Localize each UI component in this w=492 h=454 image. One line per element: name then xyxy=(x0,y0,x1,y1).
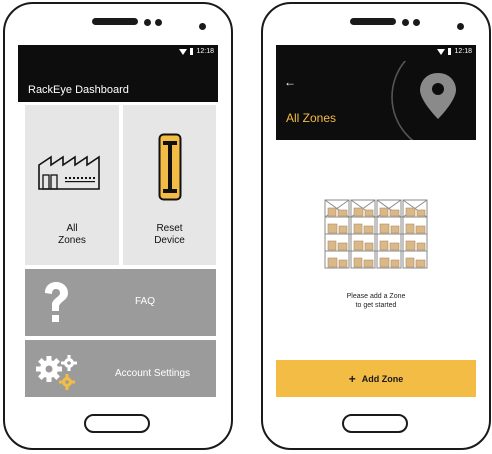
camera-dot xyxy=(402,19,409,26)
home-button[interactable] xyxy=(342,414,408,433)
empty-state-message: Please add a Zone to get started xyxy=(276,292,476,310)
speaker-grille xyxy=(92,18,138,25)
phone-frame-right: 12:18 ← All Zones Please add a Zone to g… xyxy=(261,2,491,450)
app-bar: RackEye Dashboard xyxy=(18,61,218,102)
sensor-dot xyxy=(413,19,420,26)
faq-tile[interactable]: FAQ xyxy=(25,269,216,336)
dashboard-grid: All Zones Reset Device FAQ Account Setti… xyxy=(18,102,218,397)
reset-device-label: Reset Device xyxy=(154,223,185,246)
status-bar: 12:18 xyxy=(18,45,218,61)
factory-icon xyxy=(38,155,100,190)
empty-message-line1: Please add a Zone xyxy=(346,293,406,300)
battery-icon xyxy=(190,48,194,55)
sensor-dot xyxy=(155,19,162,26)
camera-dot xyxy=(144,19,151,26)
status-time: 12:18 xyxy=(196,48,214,55)
all-zones-tile[interactable]: All Zones xyxy=(25,105,119,265)
wifi-icon xyxy=(437,48,446,55)
battery-icon xyxy=(448,48,452,55)
front-camera xyxy=(199,23,206,30)
zones-header: ← All Zones xyxy=(276,61,476,140)
all-zones-label: All Zones xyxy=(58,223,86,246)
warehouse-racks-illustration xyxy=(324,199,428,269)
gears-icon xyxy=(36,355,77,390)
wifi-icon xyxy=(179,48,188,55)
dashboard-screen: 12:18 RackEye Dashboard All Zones Reset … xyxy=(18,45,218,397)
status-bar: 12:18 xyxy=(276,45,476,61)
page-title: All Zones xyxy=(286,111,337,125)
add-zone-label: Add Zone xyxy=(361,373,404,384)
account-settings-label: Account Settings xyxy=(115,368,191,379)
zones-content: Please add a Zone to get started xyxy=(276,140,476,377)
question-icon xyxy=(45,282,68,322)
empty-message-line2: to get started xyxy=(355,302,397,309)
reset-device-tile[interactable]: Reset Device xyxy=(123,105,216,265)
add-zone-button[interactable]: + Add Zone xyxy=(276,360,476,397)
all-zones-screen: 12:18 ← All Zones Please add a Zone to g… xyxy=(276,45,476,397)
back-arrow-icon[interactable]: ← xyxy=(284,75,296,89)
front-camera xyxy=(457,23,464,30)
status-time: 12:18 xyxy=(454,48,472,55)
reset-device-icon xyxy=(158,133,182,201)
home-button[interactable] xyxy=(84,414,150,433)
speaker-grille xyxy=(350,18,396,25)
account-settings-tile[interactable]: Account Settings xyxy=(25,340,216,397)
phone-frame-left: 12:18 RackEye Dashboard All Zones Reset … xyxy=(3,2,233,450)
page-title: RackEye Dashboard xyxy=(28,84,129,96)
faq-label: FAQ xyxy=(135,296,156,307)
location-pin-icon xyxy=(391,61,456,140)
plus-icon: + xyxy=(348,371,356,386)
